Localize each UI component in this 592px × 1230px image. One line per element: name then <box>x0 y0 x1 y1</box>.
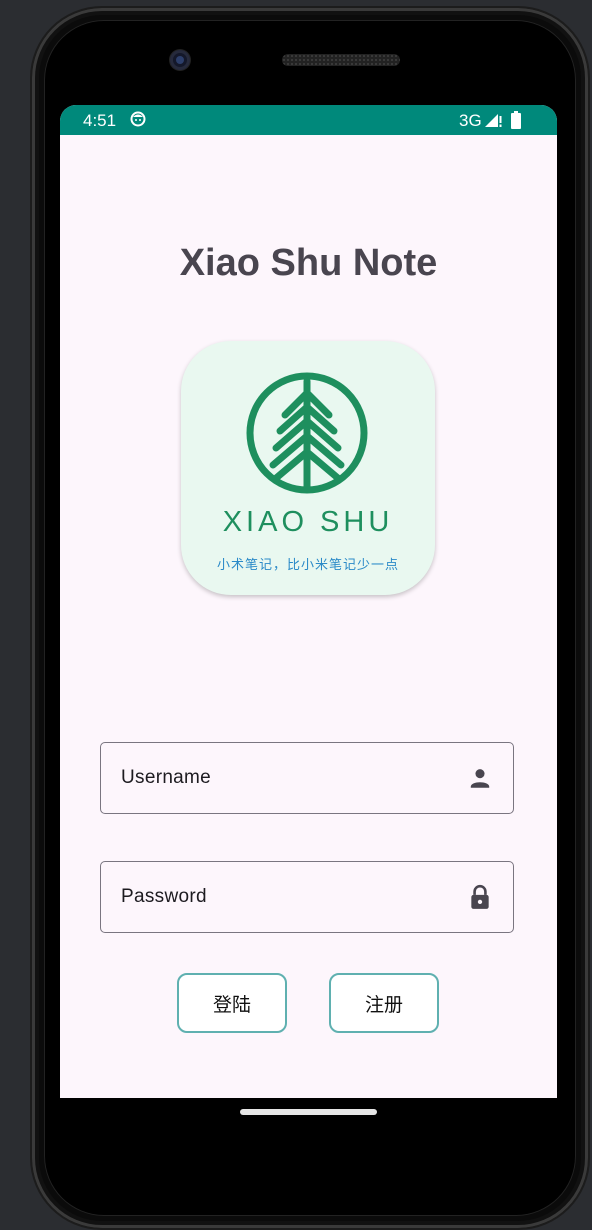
lock-icon <box>471 884 489 909</box>
status-bar: 4:51 3G <box>60 105 557 135</box>
logo-slogan-text: 小术笔记，比小米笔记少一点 <box>216 558 399 573</box>
username-field[interactable] <box>100 742 514 814</box>
password-input[interactable] <box>101 862 441 931</box>
logo-brand-text: XIAO SHU <box>222 506 394 538</box>
login-button[interactable]: 登陆 <box>177 973 287 1033</box>
username-input[interactable] <box>101 743 441 812</box>
password-field[interactable] <box>100 861 514 933</box>
face-icon <box>130 111 146 127</box>
gesture-nav-handle[interactable] <box>240 1109 377 1115</box>
register-button[interactable]: 注册 <box>329 973 439 1033</box>
signal-icon <box>485 114 502 127</box>
network-type: 3G <box>459 111 482 130</box>
person-icon <box>470 769 490 788</box>
app-title: Xiao Shu Note <box>179 242 438 284</box>
battery-icon <box>511 111 521 129</box>
status-time: 4:51 <box>83 111 117 130</box>
app-screen: 4:51 3G Xiao Shu Note XIAO SHU 小术笔记，比小米笔… <box>60 105 557 1098</box>
app-logo: XIAO SHU 小术笔记，比小米笔记少一点 <box>181 341 435 595</box>
front-camera <box>170 50 190 70</box>
earpiece-speaker <box>282 54 400 66</box>
